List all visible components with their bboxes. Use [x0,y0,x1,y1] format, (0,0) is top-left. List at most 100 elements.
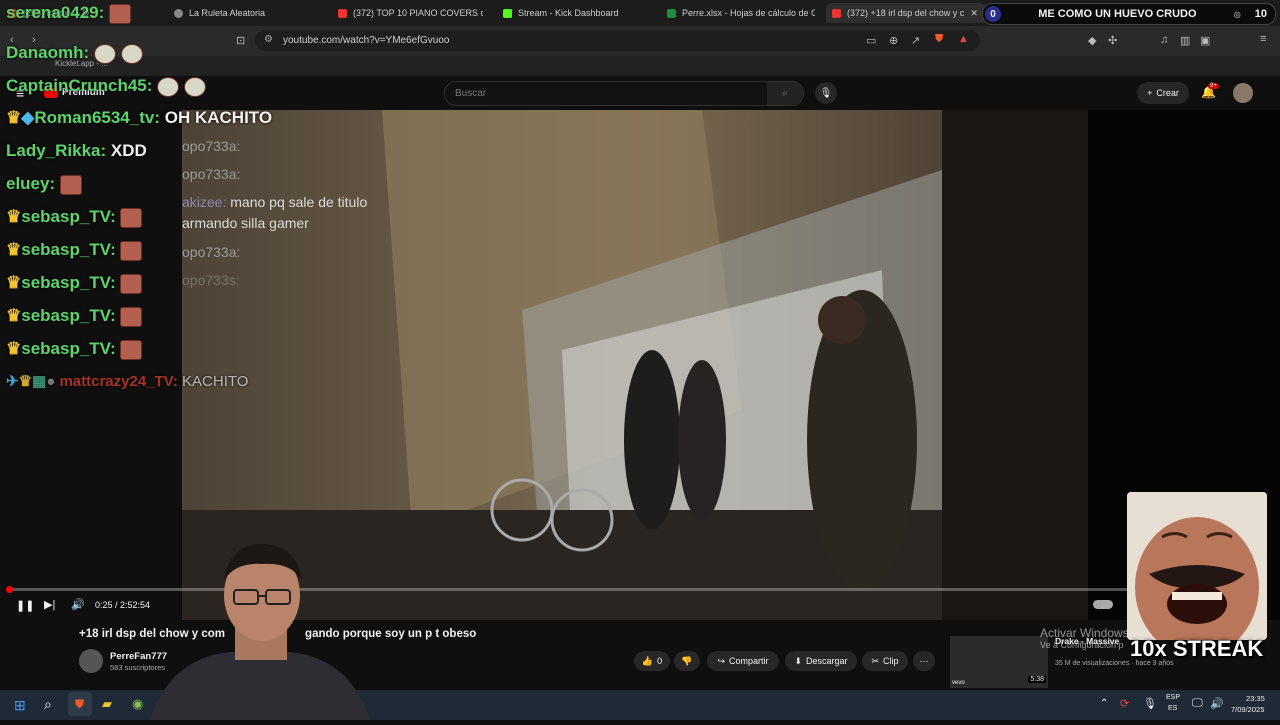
autoplay-toggle[interactable] [1093,600,1113,609]
folder-icon[interactable]: ▰ [102,696,112,712]
bookmarks-bar: Kicklet.app - ... [0,56,1280,76]
browser-tab[interactable]: Stream - Kick Dashboard [503,3,653,23]
share-icon[interactable]: ↗ [911,34,920,47]
tab-label: Stream - Kick Dashboard [518,8,619,18]
bookmark-icon[interactable]: ⊡ [236,34,245,47]
browser-tab-active[interactable]: (372) +18 irl dsp del chow y c ✕ [826,3,986,23]
overlay-chat-line: serena0429: [6,3,132,24]
brave-shield-icon[interactable]: ⛊ [935,33,943,46]
share-icon: ↪ [717,655,726,666]
emote-icon [120,339,143,360]
activate-title: Activar Windows [1040,626,1129,640]
goal-text: ME COMO UN HUEVO CRUDO [1038,8,1197,20]
suggested-video-thumbnail[interactable]: vevo 5:38 [950,636,1048,688]
gem-icon: ◆ [21,108,35,127]
scrubber-handle[interactable] [6,586,13,593]
emote-icon [157,76,180,97]
stream-goal-widget: 0 ME COMO UN HUEVO CRUDO ◎ 10 [982,3,1276,25]
menu-icon[interactable]: ≡ [1260,33,1266,45]
face-drawing [1127,492,1267,640]
video-chat-line: opo733a: [182,166,241,182]
badge-icon: ▦ [32,373,47,390]
browser-tab[interactable]: La Ruleta Aleatoria [174,3,324,23]
search-button[interactable]: ⌕ [767,82,803,105]
like-button[interactable]: 👍 0 [634,651,670,671]
streamer-webcam [150,540,370,720]
emote-icon [120,240,143,261]
account-avatar[interactable] [1233,83,1253,103]
site-info-icon[interactable]: ⚙ [264,34,273,45]
download-icon: ⬇ [794,655,803,666]
puzzle-icon[interactable]: ✣ [1108,34,1117,47]
scissors-icon: ✂ [871,655,880,666]
video-chat-line: opo733a: [182,138,241,154]
laughing-face-image [1127,492,1267,640]
screen-icon[interactable]: ▭ [866,34,876,47]
extensions-icon[interactable]: ◆ [1088,34,1096,47]
windows-start-icon[interactable]: ⊞ [14,697,26,714]
overlay-chat-line: ♛sebasp_TV: [6,207,143,228]
sidebar-icon[interactable]: ▥ [1180,34,1190,47]
download-button[interactable]: ⬇ Descargar [785,651,857,671]
browser-tab[interactable]: (372) TOP 10 PIANO COVERS on [338,3,483,23]
clock-time[interactable]: 23:35 [1246,694,1265,703]
tab-label: La Ruleta Aleatoria [189,8,266,18]
dislike-button[interactable]: 👎 [674,651,700,671]
roulette-icon [174,8,183,18]
rewards-icon[interactable]: ▲ [958,33,969,45]
emote-icon [59,174,82,195]
app-icon[interactable]: ◉ [132,696,143,712]
crown-icon: ♛ [6,207,22,226]
browser-tab[interactable]: Perre.xlsx - Hojas de cálculo de Goog [667,3,815,23]
wallet-icon[interactable]: ▣ [1200,34,1210,47]
search-input[interactable]: Buscar ⌕ [444,81,804,106]
clip-button[interactable]: ✂ Clip [862,651,908,671]
mic-icon: 🎙 [819,87,833,99]
next-icon[interactable]: ▶| [44,598,55,611]
brave-logo-icon: ⛊ [75,697,85,711]
thumbs-up-icon: 👍 [641,655,654,666]
crown-icon: ♛ [6,339,22,358]
overlay-chat-line: CaptainCrunch45: [6,76,206,97]
channel-avatar[interactable] [79,649,103,673]
streamer-figure [150,544,370,720]
search-placeholder: Buscar [455,88,487,99]
voice-search-button[interactable]: 🎙 [815,82,837,104]
emote-icon [183,76,206,97]
overlay-chat-line: ♛◆Roman6534_tv: OH KACHITO [6,108,273,127]
notification-badge: 9+ [1208,83,1219,89]
zoom-icon[interactable]: ⊕ [889,34,898,47]
media-icon[interactable]: ♫ [1160,34,1168,46]
create-button[interactable]: + Crear [1137,82,1189,104]
lang-bottom: ES [1168,705,1178,712]
url-text: youtube.com/watch?v=YMe6efGvuoo [283,35,450,46]
emote-icon [93,43,116,64]
emote-icon [120,207,143,228]
tray-chevron-icon[interactable]: ⌃ [1100,698,1108,709]
wifi-icon[interactable]: 🔊 [1210,697,1224,710]
lang-top[interactable]: ESP [1166,694,1180,701]
search-icon[interactable]: ⌕ [44,696,52,713]
tab-label: (372) TOP 10 PIANO COVERS on [353,8,483,18]
mic-tray-icon[interactable]: 🎙 [1143,697,1157,710]
search-icon: ⌕ [782,88,788,99]
activate-windows-watermark: Activar Windows Ve a Configuración p [1040,626,1129,650]
overlay-chat-line: Lady_Rikka: XDD [6,141,147,160]
video-duration: 5:38 [1028,676,1046,683]
emote-icon [120,43,143,64]
close-icon[interactable]: ✕ [970,8,978,19]
video-chat-line: akizee: mano pq sale de titulo [182,194,368,210]
overlay-chat-line: eluey: [6,174,82,195]
overlay-chat-line: Danaomh: [6,43,143,64]
tray-icon[interactable]: ⟳ [1120,697,1129,710]
streak-label: 10x STREAK [1130,636,1264,661]
crown-icon: ♛ [6,273,22,292]
pause-icon[interactable]: ❚❚ [16,599,34,612]
share-button[interactable]: ↪ Compartir [707,651,779,671]
overlay-chat-line: ♛sebasp_TV: [6,240,143,261]
time-display: 0:25 / 2:52:54 [95,600,151,610]
monitor-icon[interactable]: 🖵 [1192,697,1203,710]
badge-icon: ● [46,373,56,390]
more-actions-button[interactable]: ⋯ [913,651,935,671]
volume-icon[interactable]: 🔊 [71,598,85,611]
